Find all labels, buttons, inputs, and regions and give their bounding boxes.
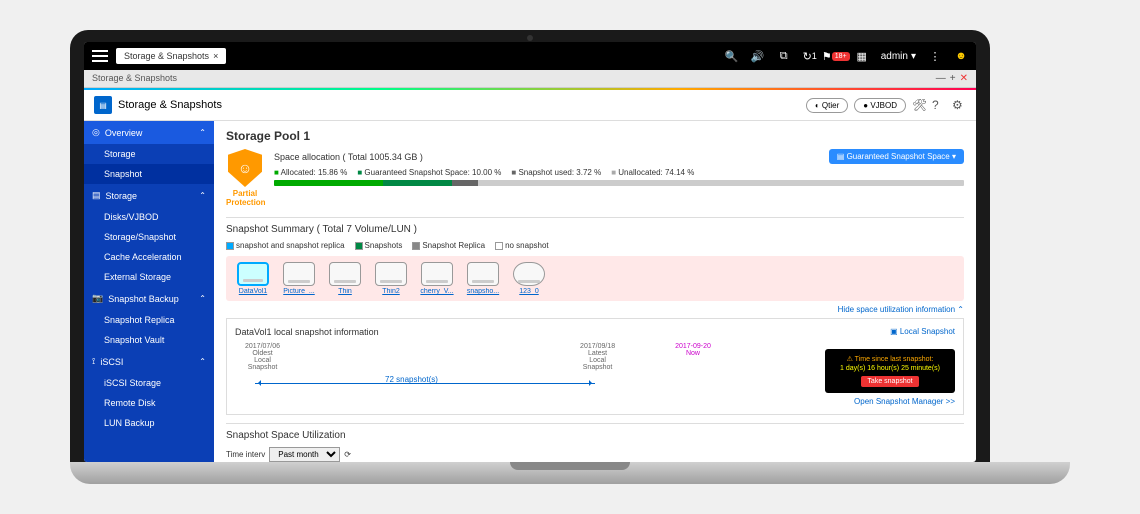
summary-title: Snapshot Summary ( Total 7 Volume/LUN )	[226, 217, 964, 235]
volume-datavol1[interactable]: DataVol1	[232, 262, 274, 295]
user-menu[interactable]: admin ▾	[881, 51, 916, 62]
time-since-tooltip: ⚠ Time since last snapshot: 1 day(s) 16 …	[825, 349, 955, 393]
local-snapshot-badge: ▣ Local Snapshot	[890, 327, 955, 337]
utilization-title: Snapshot Space Utilization	[226, 423, 964, 441]
allocation-bar	[274, 180, 964, 186]
main-content: Storage Pool 1 ☺ Partial Protection Spac…	[214, 121, 976, 462]
volume-lun-123[interactable]: 123_0	[508, 262, 550, 295]
sidebar-item-iscsi-storage[interactable]: iSCSI Storage	[84, 373, 214, 393]
maximize-icon[interactable]: +	[950, 73, 956, 84]
breadcrumb: Storage & Snapshots — + ✕	[84, 70, 976, 88]
filter-none[interactable]: no snapshot	[495, 241, 549, 250]
more-icon[interactable]: ⋮	[928, 49, 942, 63]
volume-picture[interactable]: Picture_...	[278, 262, 320, 295]
filter-row: snapshot and snapshot replica Snapshots …	[226, 241, 964, 250]
sidebar-section-overview[interactable]: ◎ Overview⌃	[84, 121, 214, 144]
sidebar: ◎ Overview⌃ Storage Snapshot ▤ Storage⌃ …	[84, 121, 214, 462]
take-snapshot-button[interactable]: Take snapshot	[861, 376, 918, 387]
sidebar-item-vault[interactable]: Snapshot Vault	[84, 330, 214, 350]
devices-icon[interactable]: ⧉	[777, 49, 791, 63]
filter-snapshots[interactable]: Snapshots	[355, 241, 403, 250]
filter-replica[interactable]: Snapshot Replica	[412, 241, 485, 250]
shield-icon: ☺	[228, 149, 262, 187]
allocation-legend: Allocated: 15.86 % Guaranteed Snapshot S…	[274, 168, 964, 177]
sidebar-section-iscsi[interactable]: ⟟ iSCSI⌃	[84, 350, 214, 373]
sidebar-item-disks[interactable]: Disks/VJBOD	[84, 207, 214, 227]
notification-icon[interactable]: ⚑18+	[829, 49, 843, 63]
qtier-button[interactable]: ◐ Qtier	[806, 98, 848, 113]
timeline-title: DataVol1 local snapshot information	[235, 327, 379, 337]
interval-select[interactable]: Past month	[269, 447, 340, 462]
timeline-box: DataVol1 local snapshot information ▣ Lo…	[226, 318, 964, 415]
sidebar-item-external[interactable]: External Storage	[84, 267, 214, 287]
sidebar-item-replica[interactable]: Snapshot Replica	[84, 310, 214, 330]
sidebar-section-storage[interactable]: ▤ Storage⌃	[84, 184, 214, 207]
close-icon[interactable]: ×	[213, 51, 218, 61]
sidebar-item-remote-disk[interactable]: Remote Disk	[84, 393, 214, 413]
app-tab[interactable]: Storage & Snapshots ×	[116, 48, 226, 64]
menu-icon[interactable]	[92, 50, 108, 62]
snapshot-count-link[interactable]: 72 snapshot(s)	[385, 375, 438, 384]
filter-both[interactable]: snapshot and snapshot replica	[226, 241, 345, 250]
help-icon[interactable]: ☻	[954, 49, 968, 63]
help-icon[interactable]: ?	[932, 98, 946, 112]
interval-label: Time interv	[226, 450, 265, 459]
oldest-snapshot: 2017/07/06Oldest Local Snapshot	[245, 343, 280, 371]
sidebar-item-cache[interactable]: Cache Acceleration	[84, 247, 214, 267]
app-title: Storage & Snapshots	[118, 99, 222, 111]
sync-icon[interactable]: ↻1	[803, 49, 817, 63]
gss-button[interactable]: ▤ Guaranteed Snapshot Space ▾	[829, 149, 964, 164]
refresh-icon[interactable]: ⟳	[344, 450, 351, 459]
volume-cherry[interactable]: cherry_V...	[416, 262, 458, 295]
app-header: ▤ Storage & Snapshots ◐ Qtier ● VJBOD 🛠 …	[84, 90, 976, 121]
tab-label: Storage & Snapshots	[124, 51, 209, 61]
pool-title: Storage Pool 1	[226, 129, 964, 143]
sidebar-item-storage-snapshot[interactable]: Storage/Snapshot	[84, 227, 214, 247]
sidebar-item-storage[interactable]: Storage	[84, 144, 214, 164]
volume-icon[interactable]: 🔊	[751, 49, 765, 63]
volume-thin[interactable]: Thin	[324, 262, 366, 295]
dashboard-icon[interactable]: ▦	[855, 49, 869, 63]
minimize-icon[interactable]: —	[936, 73, 946, 84]
volume-thin2[interactable]: Thin2	[370, 262, 412, 295]
latest-snapshot: 2017/09/18Latest Local Snapshot	[580, 343, 615, 371]
volume-snapsho[interactable]: snapsho...	[462, 262, 504, 295]
protection-shield: ☺ Partial Protection	[226, 149, 264, 207]
sidebar-section-backup[interactable]: 📷 Snapshot Backup⌃	[84, 287, 214, 310]
volume-row: DataVol1 Picture_... Thin Thin2 cherry_V…	[226, 256, 964, 301]
now-marker: 2017-09-20Now	[675, 343, 711, 371]
search-icon[interactable]: 🔍	[725, 49, 739, 63]
open-manager-link[interactable]: Open Snapshot Manager >>	[235, 397, 955, 406]
sidebar-item-lun-backup[interactable]: LUN Backup	[84, 413, 214, 433]
webcam	[527, 35, 533, 41]
sidebar-item-snapshot[interactable]: Snapshot	[84, 164, 214, 184]
vjbod-button[interactable]: ● VJBOD	[854, 98, 906, 113]
hide-info-link[interactable]: Hide space utilization information ⌃	[226, 305, 964, 314]
gear-icon[interactable]: ⚙	[952, 98, 966, 112]
allocation-title: Space allocation ( Total 1005.34 GB )	[274, 152, 423, 162]
app-icon: ▤	[94, 96, 112, 114]
os-topbar: Storage & Snapshots × 🔍 🔊 ⧉ ↻1 ⚑18+ ▦ ad…	[84, 42, 976, 70]
tools-icon[interactable]: 🛠	[912, 98, 926, 112]
close-icon[interactable]: ✕	[960, 73, 968, 84]
